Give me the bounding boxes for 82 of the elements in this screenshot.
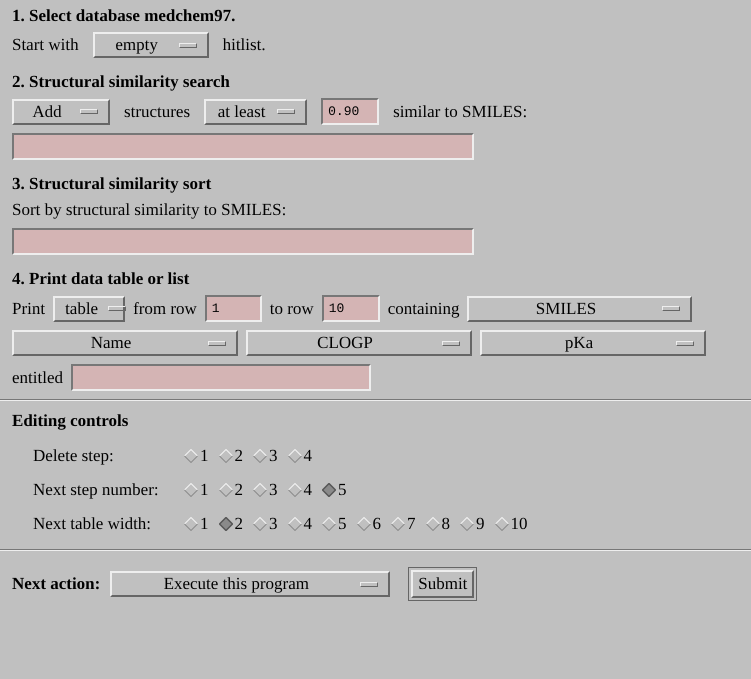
input-field[interactable]	[70, 364, 371, 391]
radio-label: 5	[338, 480, 346, 500]
label-text: from row	[133, 298, 197, 318]
radio-button[interactable]	[460, 517, 474, 531]
radio-button[interactable]	[253, 517, 267, 531]
option-menu[interactable]: Execute this program	[110, 571, 390, 597]
radio-button[interactable]	[288, 449, 302, 463]
label-text: containing	[388, 298, 460, 318]
input-field[interactable]: 10	[322, 295, 380, 322]
radio-button[interactable]	[184, 449, 198, 463]
radio-label: 2	[234, 480, 243, 500]
radio-label: 7	[407, 514, 416, 534]
radio-button[interactable]	[218, 517, 232, 531]
action-label: Next action:	[12, 574, 100, 594]
input-field[interactable]	[12, 133, 474, 160]
menu-indicator-icon	[178, 42, 197, 48]
menu-indicator-icon	[360, 582, 378, 586]
radio-label: 6	[372, 514, 381, 534]
radio-label: 1	[200, 480, 208, 500]
label-text: to row	[270, 298, 314, 318]
label-text: hitlist.	[222, 35, 266, 55]
input-field[interactable]: 1	[204, 295, 262, 322]
label-text: Start with	[12, 35, 79, 55]
group-label: Next table width:	[33, 514, 152, 534]
label-text: entitled	[12, 368, 63, 388]
input-field[interactable]	[12, 228, 474, 255]
option-menu[interactable]: SMILES	[467, 296, 692, 322]
radio-label: 3	[269, 480, 278, 500]
section-title: Editing controls	[12, 411, 130, 431]
label-text: structures	[124, 102, 190, 122]
option-menu[interactable]: table	[53, 296, 126, 322]
radio-label: 4	[304, 514, 312, 534]
menu-indicator-icon	[676, 340, 694, 346]
radio-button[interactable]	[426, 517, 440, 531]
menu-indicator-icon	[277, 109, 296, 114]
section-title: 3. Structural similarity sort	[12, 174, 212, 194]
radio-button[interactable]	[253, 449, 267, 463]
radio-button[interactable]	[218, 483, 232, 497]
radio-button[interactable]	[356, 517, 370, 531]
option-menu[interactable]: Name	[12, 330, 238, 356]
group-label: Delete step:	[33, 446, 115, 466]
menu-indicator-icon	[662, 306, 680, 311]
option-menu[interactable]: empty	[92, 32, 209, 58]
radio-label: 9	[476, 514, 484, 534]
radio-label: 10	[510, 514, 528, 534]
input-field[interactable]: 0.90	[321, 98, 380, 125]
label-text: Print	[12, 298, 46, 318]
menu-indicator-icon	[208, 340, 226, 346]
radio-label: 3	[269, 446, 278, 466]
radio-button[interactable]	[184, 483, 198, 497]
label-text: similar to SMILES:	[393, 102, 528, 122]
radio-label: 2	[234, 446, 243, 466]
section-title: 1. Select database medchem97.	[12, 6, 236, 26]
option-menu[interactable]: Add	[12, 98, 110, 124]
radio-label: 5	[338, 514, 346, 534]
submit-button[interactable]: Submit	[411, 570, 474, 598]
radio-label: 8	[442, 514, 450, 534]
menu-indicator-icon	[80, 109, 98, 114]
radio-label: 4	[304, 446, 312, 466]
radio-label: 3	[269, 514, 278, 534]
radio-label: 4	[304, 480, 312, 500]
radio-button[interactable]	[494, 517, 508, 531]
section-title: 2. Structural similarity search	[12, 72, 231, 92]
radio-label: 1	[200, 514, 208, 534]
radio-button[interactable]	[184, 517, 198, 531]
radio-button[interactable]	[218, 449, 232, 463]
radio-label: 2	[234, 514, 243, 534]
radio-button[interactable]	[322, 483, 336, 497]
radio-label: 1	[200, 446, 208, 466]
radio-button[interactable]	[391, 517, 405, 531]
radio-button[interactable]	[288, 517, 302, 531]
menu-indicator-icon	[442, 340, 460, 346]
option-menu[interactable]: at least	[204, 98, 308, 124]
group-label: Next step number:	[33, 480, 160, 500]
label-text: Sort by structural similarity to SMILES:	[12, 200, 286, 220]
radio-button[interactable]	[253, 483, 267, 497]
radio-button[interactable]	[322, 517, 336, 531]
menu-indicator-icon	[108, 306, 126, 311]
section-title: 4. Print data table or list	[12, 269, 190, 289]
radio-button[interactable]	[288, 483, 302, 497]
option-menu[interactable]: CLOGP	[246, 330, 472, 356]
option-menu[interactable]: pKa	[480, 330, 706, 356]
